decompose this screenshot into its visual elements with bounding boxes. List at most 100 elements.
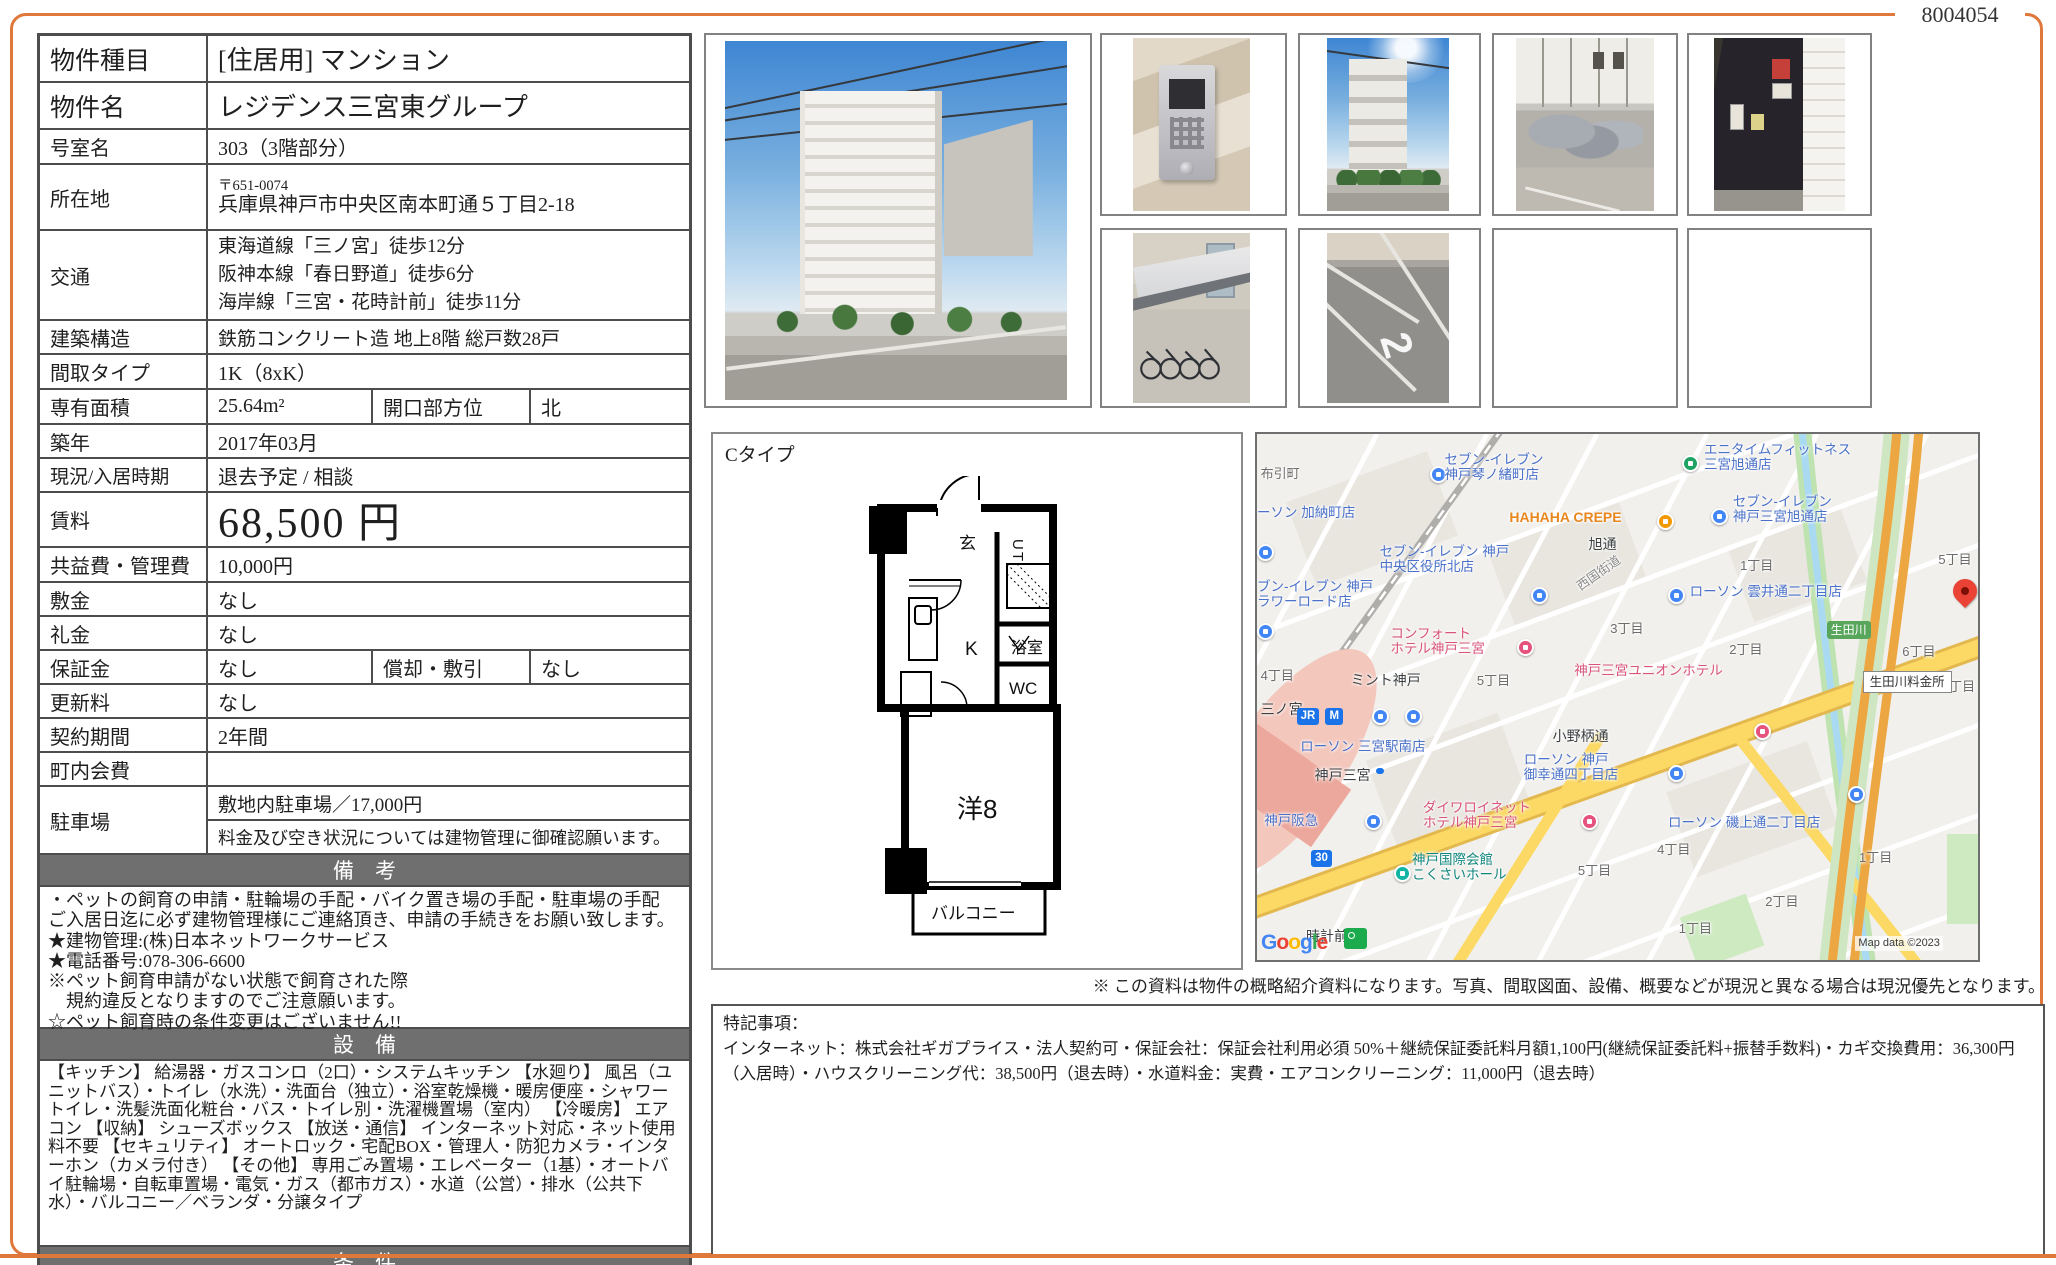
map-label: ダイワロイネット ホテル神戸三宮 — [1423, 800, 1531, 830]
map-label: エニタイムフィットネス 三宮旭通店 — [1704, 442, 1851, 472]
special-notes-body: インターネット：株式会社ギガプライス・法人契約可・保証会社：保証会社利用必須 5… — [723, 1036, 2033, 1086]
cabinet-seams — [1516, 38, 1654, 107]
notice-poster — [1730, 104, 1744, 130]
map-badge-toll: 生田川料金所 — [1863, 671, 1952, 694]
map-label: 5丁目 — [1477, 673, 1510, 688]
map-disclaimer: ※ この資料は物件の概略紹介資料になります。写真、間取図面、設備、概要などが現況… — [711, 972, 2045, 997]
row-room: 号室名 303（3階部分） — [40, 130, 689, 165]
photo-frame-empty-2 — [1687, 228, 1872, 408]
cabinet-vent — [1593, 52, 1604, 69]
photo-exterior-2 — [1327, 38, 1449, 212]
doc-number-chip: 8004054 — [1895, 0, 2025, 30]
room-kitchen: K — [965, 639, 978, 661]
photo-frame-parking: 2 — [1298, 228, 1481, 408]
remark-line: ★電話番号:078-306-6600 — [48, 951, 681, 971]
map-label: 旭通 — [1589, 537, 1617, 552]
photo-frame-entrance — [1687, 33, 1872, 216]
value-rent: 68,500 円 — [208, 493, 689, 546]
photo-frame-intercom — [1100, 33, 1287, 216]
label-area: 専有面積 — [40, 390, 208, 423]
label-term: 契約期間 — [40, 719, 208, 751]
map-label: ーソン 加納町店 — [1257, 505, 1355, 520]
map-badge-jr: JR — [1297, 708, 1320, 726]
value-association — [208, 753, 689, 785]
intercom-panel — [1159, 65, 1215, 180]
map-label: 小野柄通 — [1553, 729, 1609, 744]
map-label: ローソン 三宮駅南店 — [1300, 739, 1425, 754]
value-guarantee: なし — [208, 651, 371, 683]
map-label: 神戸阪急 — [1264, 813, 1318, 828]
row-structure: 建築構造 鉄筋コンクリート造 地上8階 総戸数28戸 — [40, 321, 689, 355]
row-address: 所在地 〒651-0074 兵庫県神戸市中央区南本町通５丁目2-18 — [40, 165, 689, 231]
floorplan-type-label: Cタイプ — [725, 440, 795, 467]
map-badge-metro: M — [1325, 708, 1343, 726]
label-room: 号室名 — [40, 130, 208, 163]
google-logo: Google — [1261, 931, 1327, 955]
map-label: 3丁目 — [1610, 621, 1643, 636]
remark-line: ※ペット飼育申請がない状態で飼育された際 — [48, 971, 681, 991]
google-logo-letter: o — [1288, 931, 1300, 954]
row-layout: 間取タイプ 1K（8xK） — [40, 355, 689, 390]
photo-entrance — [1714, 38, 1844, 212]
row-deposit: 敷金 なし — [40, 583, 689, 617]
map-label: Map data ©2023 — [1855, 936, 1943, 951]
intercom-button — [1180, 162, 1193, 175]
row-term: 契約期間 2年間 — [40, 719, 689, 753]
access-line: 東海道線「三ノ宮」徒歩12分 — [218, 233, 679, 261]
map-label: ローソン 雲井通二丁目店 — [1690, 584, 1842, 599]
map-pin-store-icon — [1531, 587, 1548, 604]
value-structure: 鉄筋コンクリート造 地上8階 総戸数28戸 — [208, 321, 689, 353]
remark-line: 規約違反となりますのでご注意願います。 — [48, 991, 681, 1011]
special-notes-box: 特記事項： インターネット：株式会社ギガプライス・法人契約可・保証会社：保証会社… — [711, 1004, 2045, 1258]
map-pin-store-icon — [1668, 587, 1685, 604]
map-pin-hotel-icon — [1517, 639, 1534, 656]
street — [1327, 185, 1449, 211]
photo-frame-empty-1 — [1492, 228, 1678, 408]
map-label: 1丁目 — [1740, 558, 1773, 573]
label-address: 所在地 — [40, 165, 208, 229]
photo-frame-exterior-2 — [1298, 33, 1481, 216]
map-label: 1丁目 — [1859, 850, 1892, 865]
map-label: 2丁目 — [1729, 642, 1762, 657]
row-guarantee: 保証金 なし 償却・敷引 なし — [40, 651, 689, 685]
room-bath: 浴室 — [1011, 634, 1043, 658]
value-term: 2年間 — [208, 719, 689, 751]
access-line: 海岸線「三宮・花時計前」徒歩11分 — [218, 289, 679, 317]
map-pin-bag-icon — [1372, 708, 1389, 725]
map-label: ローソン 磯上通二丁目店 — [1668, 815, 1820, 830]
map-label: 2丁目 — [1765, 894, 1798, 909]
tile-wall — [1800, 38, 1844, 212]
label-parking: 駐車場 — [40, 787, 208, 853]
value-layout: 1K（8xK） — [208, 355, 689, 388]
equipment-header: 設 備 — [40, 1029, 689, 1061]
address-text: 兵庫県神戸市中央区南本町通５丁目2-18 — [218, 194, 679, 217]
photo-bicycles — [1133, 233, 1250, 404]
value-amortization: なし — [531, 651, 691, 683]
row-fee: 共益費・管理費 10,000円 — [40, 548, 689, 583]
label-amortization: 償却・敷引 — [371, 651, 531, 683]
map-label: 神戸国際会館 こくさいホール — [1412, 852, 1507, 882]
map-pin-bag-icon — [1365, 813, 1382, 830]
intercom-keypad — [1170, 117, 1204, 149]
photo-parking: 2 — [1327, 233, 1449, 404]
label-access: 交通 — [40, 231, 208, 319]
label-fee: 共益費・管理費 — [40, 548, 208, 581]
value-fee: 10,000円 — [208, 548, 689, 581]
google-logo-letter: g — [1300, 931, 1312, 954]
value-status: 退去予定 / 相談 — [208, 459, 689, 491]
value-key-money: なし — [208, 617, 689, 649]
postal-code: 〒651-0074 — [218, 178, 679, 194]
label-facing: 開口部方位 — [371, 390, 531, 423]
entrance-floor — [1714, 190, 1803, 211]
map-label: HAHAHA CREPE — [1509, 510, 1621, 525]
value-built: 2017年03月 — [208, 425, 689, 457]
remark-line: ご入居日迄に必ず建物管理様にご連絡頂き、申請の手続きをお願い致します。 — [48, 910, 681, 930]
row-access: 交通 東海道線「三ノ宮」徒歩12分阪神本線「春日野道」徒歩6分海岸線「三宮・花時… — [40, 231, 689, 321]
room-main: 洋8 — [957, 789, 997, 826]
remark-line: ★建物管理:(株)日本ネットワークサービス — [48, 931, 681, 951]
label-structure: 建築構造 — [40, 321, 208, 353]
label-guarantee: 保証金 — [40, 651, 208, 683]
photo-intercom — [1133, 38, 1250, 212]
map-badge-transit — [1344, 928, 1367, 949]
map-label: ミント神戸 — [1351, 673, 1421, 688]
